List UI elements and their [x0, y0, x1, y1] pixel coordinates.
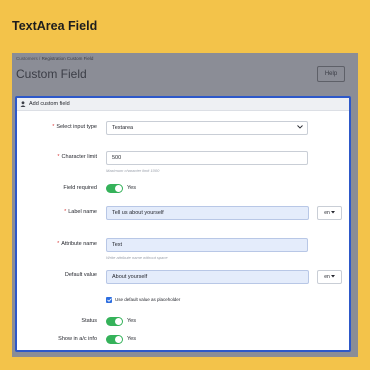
input-type-value: Textarea	[112, 125, 134, 131]
required-asterisk: *	[57, 154, 60, 160]
label-name-language-dropdown[interactable]: en	[317, 206, 342, 220]
breadcrumb-link-customers[interactable]: Customers	[16, 56, 38, 61]
language-code: en	[324, 274, 330, 280]
required-asterisk: *	[57, 241, 60, 247]
show-in-account-label: Show in a/c info	[58, 336, 97, 342]
required-asterisk: *	[64, 209, 67, 215]
input-type-label: * Select input type	[52, 124, 97, 130]
input-type-select[interactable]: Textarea	[106, 121, 308, 135]
page-title: Custom Field	[16, 67, 87, 81]
default-value-language-dropdown[interactable]: en	[317, 270, 342, 284]
caret-down-icon	[330, 274, 335, 280]
panel-title: Add custom field	[29, 101, 70, 107]
show-in-account-state: Yes	[127, 336, 136, 342]
language-code: en	[324, 210, 330, 216]
breadcrumb-current: Registration Custom Field	[41, 56, 94, 61]
promo-title: TextArea Field	[12, 19, 98, 33]
status-label: Status	[81, 318, 97, 324]
breadcrumb: Customers / Registration Custom Field	[16, 56, 93, 61]
label-name-input[interactable]: Tell us about yourself	[106, 206, 309, 220]
char-limit-label: * Character limit	[57, 154, 97, 160]
attribute-name-label: * Attribute name	[57, 241, 97, 247]
panel-header: Add custom field	[17, 98, 349, 111]
breadcrumb-separator: /	[39, 56, 41, 61]
char-limit-hint: Maximum character limit 1000	[106, 168, 160, 173]
help-button[interactable]: Help	[317, 66, 345, 82]
field-required-toggle[interactable]	[106, 184, 123, 193]
add-custom-field-panel: Add custom field * Select input type Text…	[15, 96, 351, 352]
attribute-name-hint: Write attribute name without space	[106, 255, 168, 260]
status-state: Yes	[127, 318, 136, 324]
status-toggle[interactable]	[106, 317, 123, 326]
caret-down-icon	[330, 210, 335, 216]
char-limit-input[interactable]: 500	[106, 151, 308, 165]
default-value-input[interactable]: About yourself	[106, 270, 309, 284]
chevron-down-icon	[297, 125, 303, 131]
required-asterisk: *	[52, 124, 55, 130]
show-in-account-toggle[interactable]	[106, 335, 123, 344]
app-window: Customers / Registration Custom Field Cu…	[12, 53, 358, 357]
placeholder-checkbox-label: Use default value as placeholder	[115, 297, 181, 302]
field-required-label: Field required	[63, 185, 97, 191]
field-required-state: Yes	[127, 185, 136, 191]
placeholder-checkbox[interactable]	[106, 297, 112, 303]
label-name-label: * Label name	[64, 209, 97, 215]
default-value-label: Default value	[64, 272, 97, 278]
attribute-name-input[interactable]: Text	[106, 238, 308, 252]
user-icon	[20, 101, 26, 107]
